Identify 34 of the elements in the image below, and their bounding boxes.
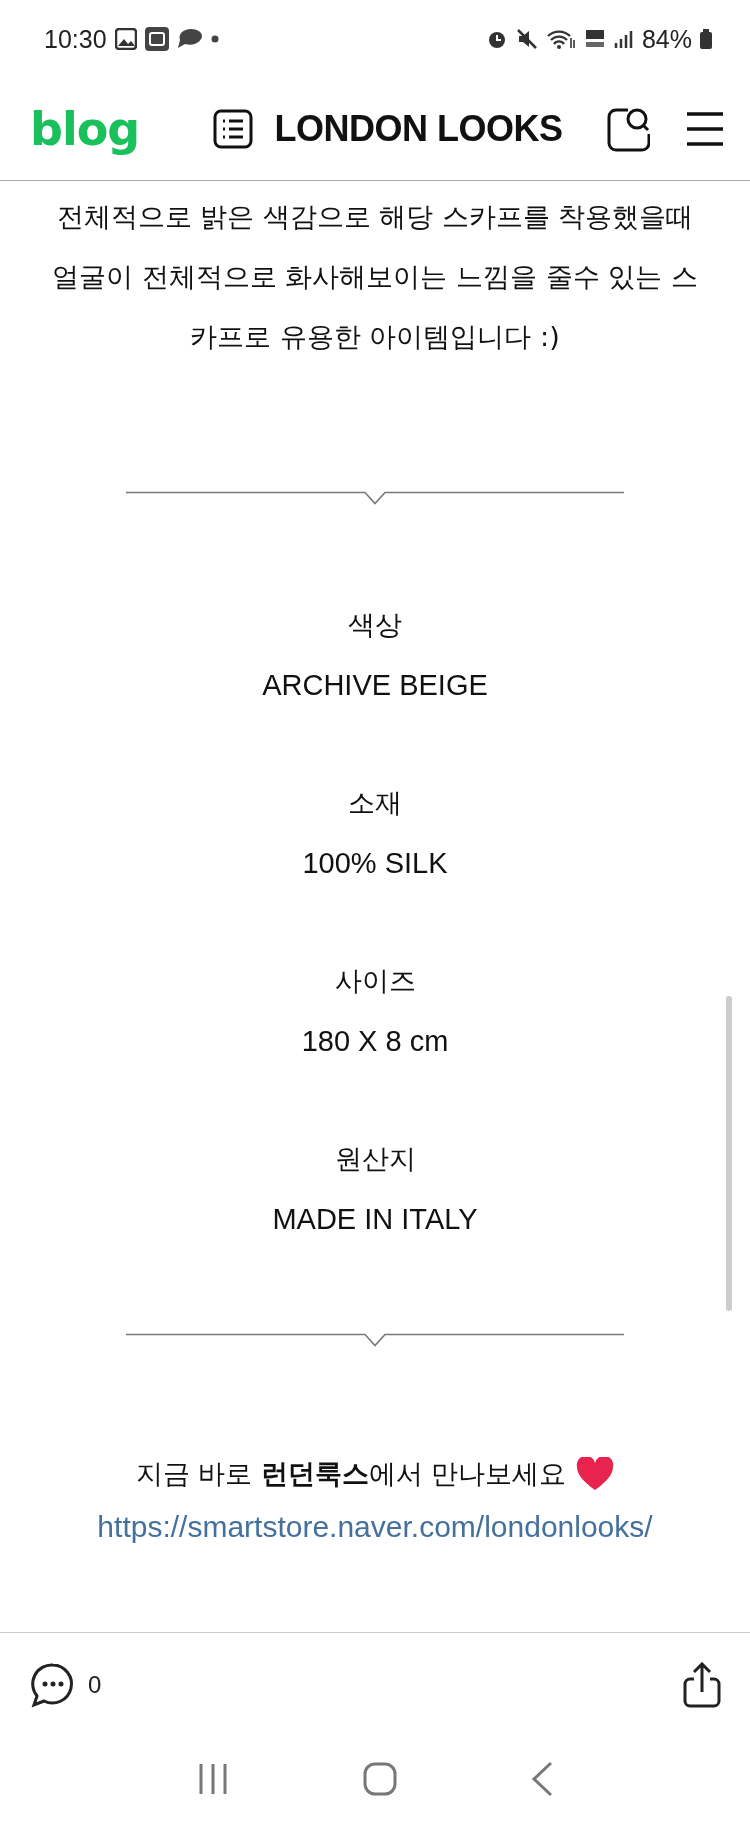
battery-icon: [700, 29, 712, 49]
chat-icon: [176, 28, 203, 50]
home-icon[interactable]: [363, 1762, 397, 1796]
spec-label: 색상: [347, 608, 403, 642]
image-icon: [114, 28, 137, 50]
comment-count: 0: [88, 1670, 102, 1699]
spec-label: 소재: [347, 786, 403, 820]
mute-icon: [515, 28, 538, 50]
menu-icon[interactable]: [686, 111, 724, 147]
back-icon[interactable]: [529, 1761, 554, 1797]
spec-label: 원산지: [333, 1142, 417, 1176]
scrollbar[interactable]: [726, 996, 732, 1311]
battery-percent: 84%: [641, 24, 692, 54]
spec-label: 사이즈: [333, 964, 417, 998]
spec-value: MADE IN ITALY: [271, 1202, 479, 1237]
signal-icon: [613, 28, 634, 50]
store-link[interactable]: https://smartstore.naver.com/londonlooks/: [97, 1505, 653, 1549]
wifi-icon: [545, 28, 576, 50]
intro-text: 전체적으로 밝은 색감으로 해당 스카프를 착용했을때: [55, 200, 695, 234]
clock-time: 10:30: [44, 24, 107, 54]
heart-icon: [576, 1457, 615, 1491]
comment-icon[interactable]: [30, 1661, 76, 1708]
intro-text: 얼굴이 전체적으로 화사해보이는 느낌을 줄수 있는 스카프로 유용한 아이템입니다 :): [51, 260, 699, 354]
spec-value: 180 X 8 cm: [300, 1024, 450, 1059]
promo-text: 지금 바로 런던룩스에서 만나보세요: [135, 1457, 567, 1491]
spec-value: ARCHIVE BEIGE: [261, 668, 489, 703]
share-icon[interactable]: [682, 1661, 722, 1708]
list-icon[interactable]: [212, 109, 253, 149]
dot-icon: [210, 35, 219, 43]
spec-value: 100% SILK: [301, 846, 449, 881]
search-icon[interactable]: [606, 106, 650, 152]
blog-title[interactable]: LONDON LOOKS: [274, 108, 563, 150]
hd-voice-icon: [583, 28, 606, 50]
app-icon: [144, 27, 169, 51]
